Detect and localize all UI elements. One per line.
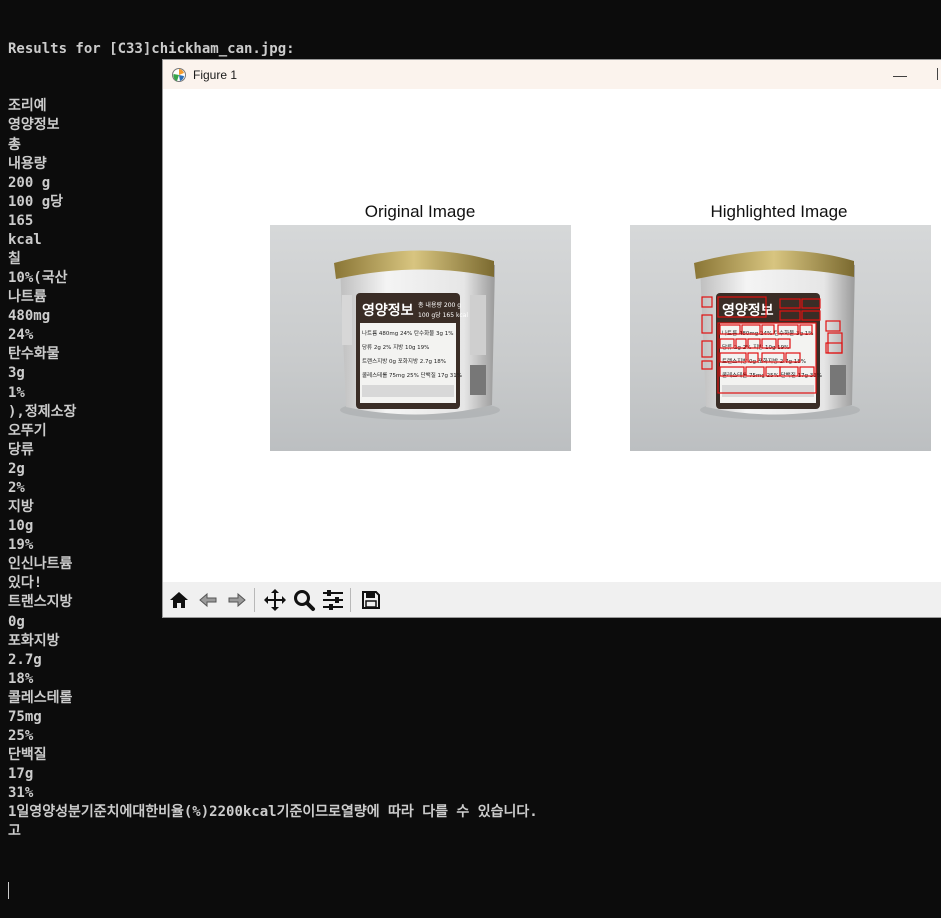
configure-subplots-button[interactable] xyxy=(320,587,346,613)
terminal-line: 25% xyxy=(8,727,34,744)
pan-icon xyxy=(264,588,286,611)
zoom-icon xyxy=(294,589,315,611)
terminal-header-line: Results for [C33]chickham_can.jpg: xyxy=(8,41,295,58)
forward-button[interactable] xyxy=(224,587,250,613)
can-label-row: 당류 2g 2% 지방 10g 19% xyxy=(362,343,429,351)
terminal-line: 1일영양성분기준치에대한비율(%)2200kcal기준이므로열량에 따라 다를 … xyxy=(8,804,538,821)
can-label-row: 트랜스지방 0g 포화지방 2.7g 18% xyxy=(722,357,806,365)
terminal-line: 18% xyxy=(8,670,34,687)
terminal-line: 단백질 xyxy=(8,747,47,764)
navigation-toolbar xyxy=(163,582,941,617)
can-label-row: 나트륨 480mg 24% 탄수화물 3g 1% xyxy=(362,329,453,337)
highlighted-image: 영양정보 나트륨 480mg 24% 탄수화물 3g 1% 당류 2g 2% 지… xyxy=(630,225,931,451)
maximize-button[interactable] xyxy=(937,68,941,80)
subplot-title-highlighted: Highlighted Image xyxy=(710,202,848,221)
toolbar-separator xyxy=(350,587,351,612)
configure-icon xyxy=(323,589,343,610)
home-icon xyxy=(170,591,188,608)
forward-icon xyxy=(228,592,246,607)
figure-canvas[interactable]: Original Image Highlighted Image 영양정보 총 … xyxy=(163,89,941,582)
can-label-row: 콜레스테롤 75mg 25% 단백질 17g 31% xyxy=(362,371,462,379)
back-icon xyxy=(199,592,217,607)
can-label-row: 당류 2g 2% 지방 10g 19% xyxy=(722,343,789,351)
window-title: Figure 1 xyxy=(193,67,238,82)
save-icon xyxy=(362,590,380,609)
back-button[interactable] xyxy=(195,587,221,613)
terminal-line: 고 xyxy=(8,823,21,840)
terminal-line: 포화지방 xyxy=(8,632,60,649)
can-label-per: 100 g당 165 kcal xyxy=(418,311,468,319)
home-button[interactable] xyxy=(166,587,192,613)
can-label-row: 트랜스지방 0g 포화지방 2.7g 18% xyxy=(362,357,446,365)
subplot-title-original: Original Image xyxy=(364,202,476,221)
text-cursor xyxy=(8,881,9,899)
terminal-line: 17g xyxy=(8,766,34,783)
can-label-total: 총 내용량 200 g xyxy=(418,301,461,309)
terminal-line: 31% xyxy=(8,785,34,802)
matplotlib-app-icon xyxy=(172,67,186,82)
toolbar-separator xyxy=(254,587,255,612)
minimize-button[interactable]: — xyxy=(889,60,911,89)
original-image: 영양정보 총 내용량 200 g 100 g당 165 kcal 나트륨 480… xyxy=(270,225,571,451)
can-photo-original: 영양정보 총 내용량 200 g 100 g당 165 kcal 나트륨 480… xyxy=(334,250,500,420)
can-photo-highlighted: 영양정보 나트륨 480mg 24% 탄수화물 3g 1% 당류 2g 2% 지… xyxy=(694,250,860,420)
terminal-line: 75mg xyxy=(8,708,42,725)
save-button[interactable] xyxy=(358,587,384,613)
zoom-button[interactable] xyxy=(291,587,317,613)
terminal-line: 콜레스테롤 xyxy=(8,689,73,706)
figure-window[interactable]: Figure 1 — Original Image Highlighted Im… xyxy=(162,59,941,618)
window-titlebar[interactable]: Figure 1 — xyxy=(163,60,941,89)
can-label-row: 콜레스테롤 75mg 25% 단백질 17g 31% xyxy=(722,371,822,379)
can-label-title: 영양정보 xyxy=(362,302,414,319)
terminal-line: 2.7g xyxy=(8,651,42,668)
pan-button[interactable] xyxy=(262,587,288,613)
terminal-prompt[interactable] xyxy=(8,880,941,899)
